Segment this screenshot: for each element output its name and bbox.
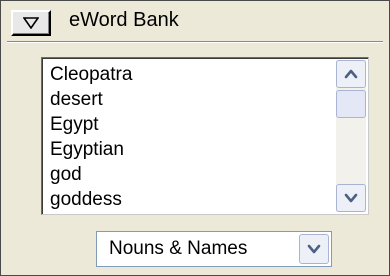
- category-dropdown-button[interactable]: [299, 234, 329, 264]
- triangle-down-icon: [23, 17, 39, 29]
- list-item[interactable]: Cleopatra: [50, 64, 330, 89]
- header-divider: [7, 41, 383, 42]
- scroll-down-button[interactable]: [336, 184, 366, 212]
- word-list-items: Cleopatra desert Egypt Egyptian god godd…: [50, 64, 330, 215]
- word-bank-panel: eWord Bank Cleopatra desert Egypt Egypti…: [0, 0, 390, 276]
- list-item[interactable]: god: [50, 164, 330, 189]
- word-bank-header: eWord Bank: [1, 1, 389, 36]
- word-list[interactable]: Cleopatra desert Egypt Egyptian god godd…: [41, 57, 369, 215]
- scroll-thumb[interactable]: [336, 90, 366, 118]
- list-item[interactable]: hieroglyphics: [50, 214, 330, 215]
- list-item[interactable]: Egypt: [50, 114, 330, 139]
- panel-title: eWord Bank: [69, 9, 179, 31]
- scroll-up-button[interactable]: [336, 60, 366, 88]
- category-select-value: Nouns & Names: [109, 238, 248, 259]
- category-select[interactable]: Nouns & Names: [96, 231, 332, 267]
- chevron-up-icon: [344, 69, 358, 79]
- chevron-down-icon: [307, 244, 321, 254]
- list-item[interactable]: Egyptian: [50, 139, 330, 164]
- chevron-down-icon: [344, 193, 358, 203]
- word-list-scrollbar[interactable]: [336, 60, 366, 212]
- list-item[interactable]: goddess: [50, 189, 330, 214]
- collapse-toggle-button[interactable]: [11, 10, 51, 36]
- list-item[interactable]: desert: [50, 89, 330, 114]
